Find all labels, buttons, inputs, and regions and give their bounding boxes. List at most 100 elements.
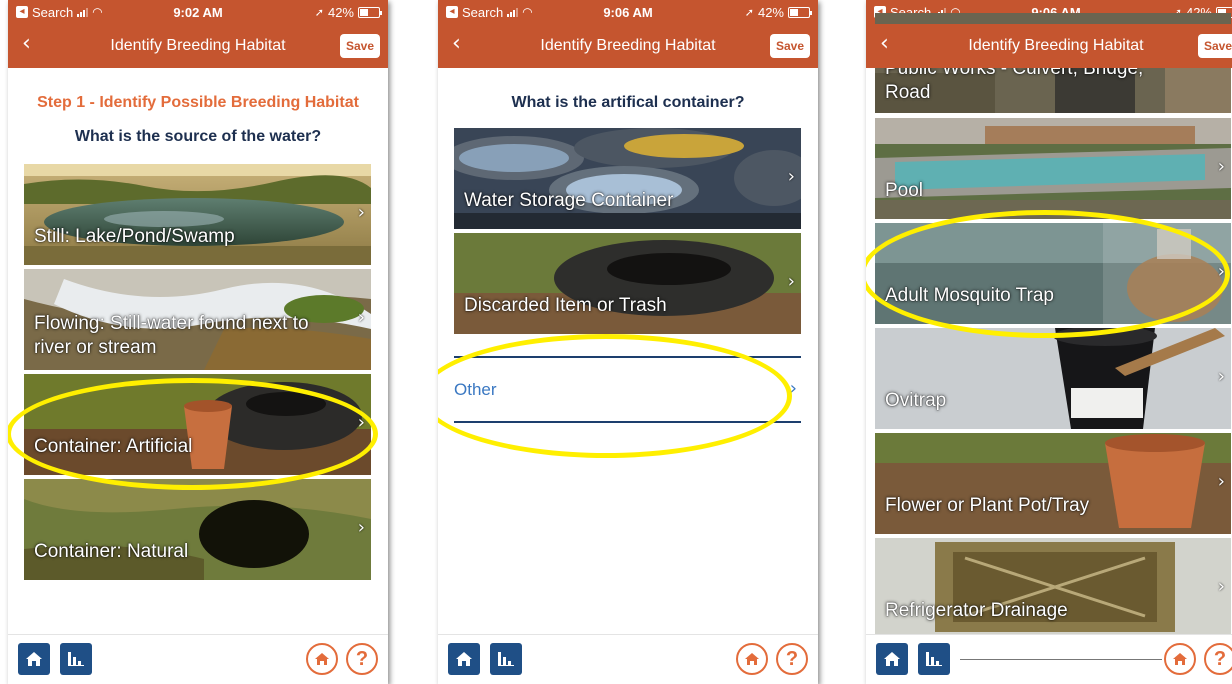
status-time: 9:06 AM bbox=[603, 4, 653, 20]
option-other[interactable]: Other › bbox=[454, 356, 801, 423]
back-to-app[interactable]: ◂ Search bbox=[16, 5, 73, 20]
ovitrap-photo bbox=[875, 328, 1231, 429]
question-text: What is the artifical container? bbox=[511, 94, 745, 111]
home-icon bbox=[315, 653, 329, 665]
chevron-left-icon[interactable]: ‹ bbox=[22, 32, 31, 56]
option-label: Pool bbox=[885, 180, 924, 201]
location-icon: ➚ bbox=[744, 6, 754, 19]
tree-hole-photo bbox=[24, 479, 371, 580]
option-label: Other bbox=[454, 380, 497, 399]
chevron-right-icon: › bbox=[787, 166, 795, 187]
wifi-icon: ◠ bbox=[92, 5, 103, 19]
chevron-left-icon[interactable]: ‹ bbox=[452, 32, 461, 56]
save-button[interactable]: Save bbox=[339, 34, 380, 58]
chevron-right-icon: › bbox=[1217, 261, 1225, 282]
option-flowing[interactable]: Flowing: Still-water found next to river… bbox=[24, 269, 371, 370]
nav-title: Identify Breeding Habitat bbox=[540, 37, 716, 54]
chevron-right-icon: › bbox=[357, 517, 365, 538]
battery-percent: 42% bbox=[757, 4, 784, 20]
option-container-natural[interactable]: Container: Natural › bbox=[24, 479, 371, 580]
option-label: Water Storage Container bbox=[464, 190, 674, 211]
phone-screen-1: ◂ Search ◠ 9:02 AM ➚ 42% ‹ Identify Bree… bbox=[8, 0, 388, 684]
option-label: Ovitrap bbox=[885, 390, 947, 411]
save-button[interactable]: Save bbox=[1197, 34, 1232, 58]
option-label: Adult Mosquito Trap bbox=[885, 285, 1054, 306]
back-app-label: Search bbox=[32, 4, 74, 20]
option-label: Discarded Item or Trash bbox=[464, 295, 667, 316]
option-label: Flowing: Still-water found next to river… bbox=[34, 313, 309, 358]
help-button[interactable]: ? bbox=[1204, 643, 1232, 675]
pool-photo bbox=[875, 118, 1231, 219]
bar-chart-icon bbox=[68, 652, 84, 666]
stats-button[interactable] bbox=[918, 643, 950, 675]
back-to-app[interactable]: ◂ Search bbox=[446, 5, 503, 20]
home-circle-button[interactable] bbox=[1164, 643, 1196, 675]
nav-bar: ‹ Identify Breeding Habitat Save bbox=[438, 24, 818, 68]
nav-title: Identify Breeding Habitat bbox=[110, 37, 286, 54]
chevron-right-icon: › bbox=[1217, 471, 1225, 492]
status-time: 9:02 AM bbox=[173, 4, 223, 20]
option-label: Container: Artificial bbox=[34, 436, 193, 457]
lake-photo bbox=[24, 164, 371, 265]
home-icon bbox=[745, 653, 759, 665]
back-app-label: Search bbox=[462, 4, 504, 20]
save-button[interactable]: Save bbox=[769, 34, 810, 58]
home-circle-button[interactable] bbox=[306, 643, 338, 675]
option-discarded-item-trash[interactable]: Discarded Item or Trash › bbox=[454, 233, 801, 334]
battery-percent: 42% bbox=[327, 4, 354, 20]
option-adult-mosquito-trap[interactable]: Adult Mosquito Trap › bbox=[875, 223, 1231, 324]
bar-chart-icon bbox=[498, 652, 514, 666]
signal-icon bbox=[77, 7, 89, 17]
signal-icon bbox=[507, 7, 519, 17]
drain-pan-photo bbox=[875, 538, 1231, 639]
home-button[interactable] bbox=[448, 643, 480, 675]
divider-line bbox=[960, 659, 1162, 660]
home-icon bbox=[456, 652, 472, 666]
phone-screen-3: ◂ Search ◠ 9:06 AM ➚ 42% ‹ Identify Bree… bbox=[866, 0, 1232, 684]
flower-pot-photo bbox=[875, 433, 1231, 534]
help-button[interactable]: ? bbox=[776, 643, 808, 675]
battery-icon bbox=[358, 6, 382, 18]
nav-bar: ‹ Identify Breeding Habitat Save bbox=[8, 24, 388, 68]
chevron-right-icon: › bbox=[787, 271, 795, 292]
home-icon bbox=[884, 652, 900, 666]
help-button[interactable]: ? bbox=[346, 643, 378, 675]
phone-screen-2: ◂ Search ◠ 9:06 AM ➚ 42% ‹ Identify Bree… bbox=[438, 0, 818, 684]
step-title: Step 1 - Identify Possible Breeding Habi… bbox=[37, 94, 359, 111]
home-icon bbox=[1173, 653, 1187, 665]
nav-title: Identify Breeding Habitat bbox=[968, 37, 1144, 54]
back-app-icon: ◂ bbox=[446, 6, 458, 18]
chevron-right-icon: › bbox=[357, 307, 365, 328]
wifi-icon: ◠ bbox=[522, 5, 533, 19]
chevron-right-icon: › bbox=[1217, 576, 1225, 597]
home-button[interactable] bbox=[876, 643, 908, 675]
chevron-right-icon: › bbox=[789, 378, 797, 399]
home-circle-button[interactable] bbox=[736, 643, 768, 675]
chevron-right-icon: › bbox=[357, 412, 365, 433]
chevron-right-icon: › bbox=[1217, 366, 1225, 387]
home-icon bbox=[26, 652, 42, 666]
stats-button[interactable] bbox=[490, 643, 522, 675]
option-container-artificial[interactable]: Container: Artificial › bbox=[24, 374, 371, 475]
chevron-left-icon[interactable]: ‹ bbox=[880, 32, 889, 56]
option-label: Container: Natural bbox=[34, 541, 189, 562]
status-bar: ◂ Search ◠ 9:02 AM ➚ 42% bbox=[8, 0, 388, 24]
battery-icon bbox=[788, 6, 812, 18]
option-flower-plant-pot[interactable]: Flower or Plant Pot/Tray › bbox=[875, 433, 1231, 534]
option-pool[interactable]: Pool › bbox=[875, 118, 1231, 219]
home-button[interactable] bbox=[18, 643, 50, 675]
option-refrigerator-drainage[interactable]: Refrigerator Drainage › bbox=[875, 538, 1231, 639]
option-label: Still: Lake/Pond/Swamp bbox=[34, 226, 235, 247]
option-label: Flower or Plant Pot/Tray bbox=[885, 495, 1090, 516]
option-ovitrap[interactable]: Ovitrap › bbox=[875, 328, 1231, 429]
bottom-toolbar: ? bbox=[866, 634, 1232, 684]
chevron-right-icon: › bbox=[357, 202, 365, 223]
stats-button[interactable] bbox=[60, 643, 92, 675]
question-text: What is the source of the water? bbox=[74, 128, 322, 145]
nav-bar: ‹ Identify Breeding Habitat Save bbox=[866, 24, 1232, 68]
option-still-lake-pond[interactable]: Still: Lake/Pond/Swamp › bbox=[24, 164, 371, 265]
location-icon: ➚ bbox=[314, 6, 324, 19]
option-water-storage-container[interactable]: Water Storage Container › bbox=[454, 128, 801, 229]
back-app-icon: ◂ bbox=[16, 6, 28, 18]
barrels-photo bbox=[454, 128, 801, 229]
